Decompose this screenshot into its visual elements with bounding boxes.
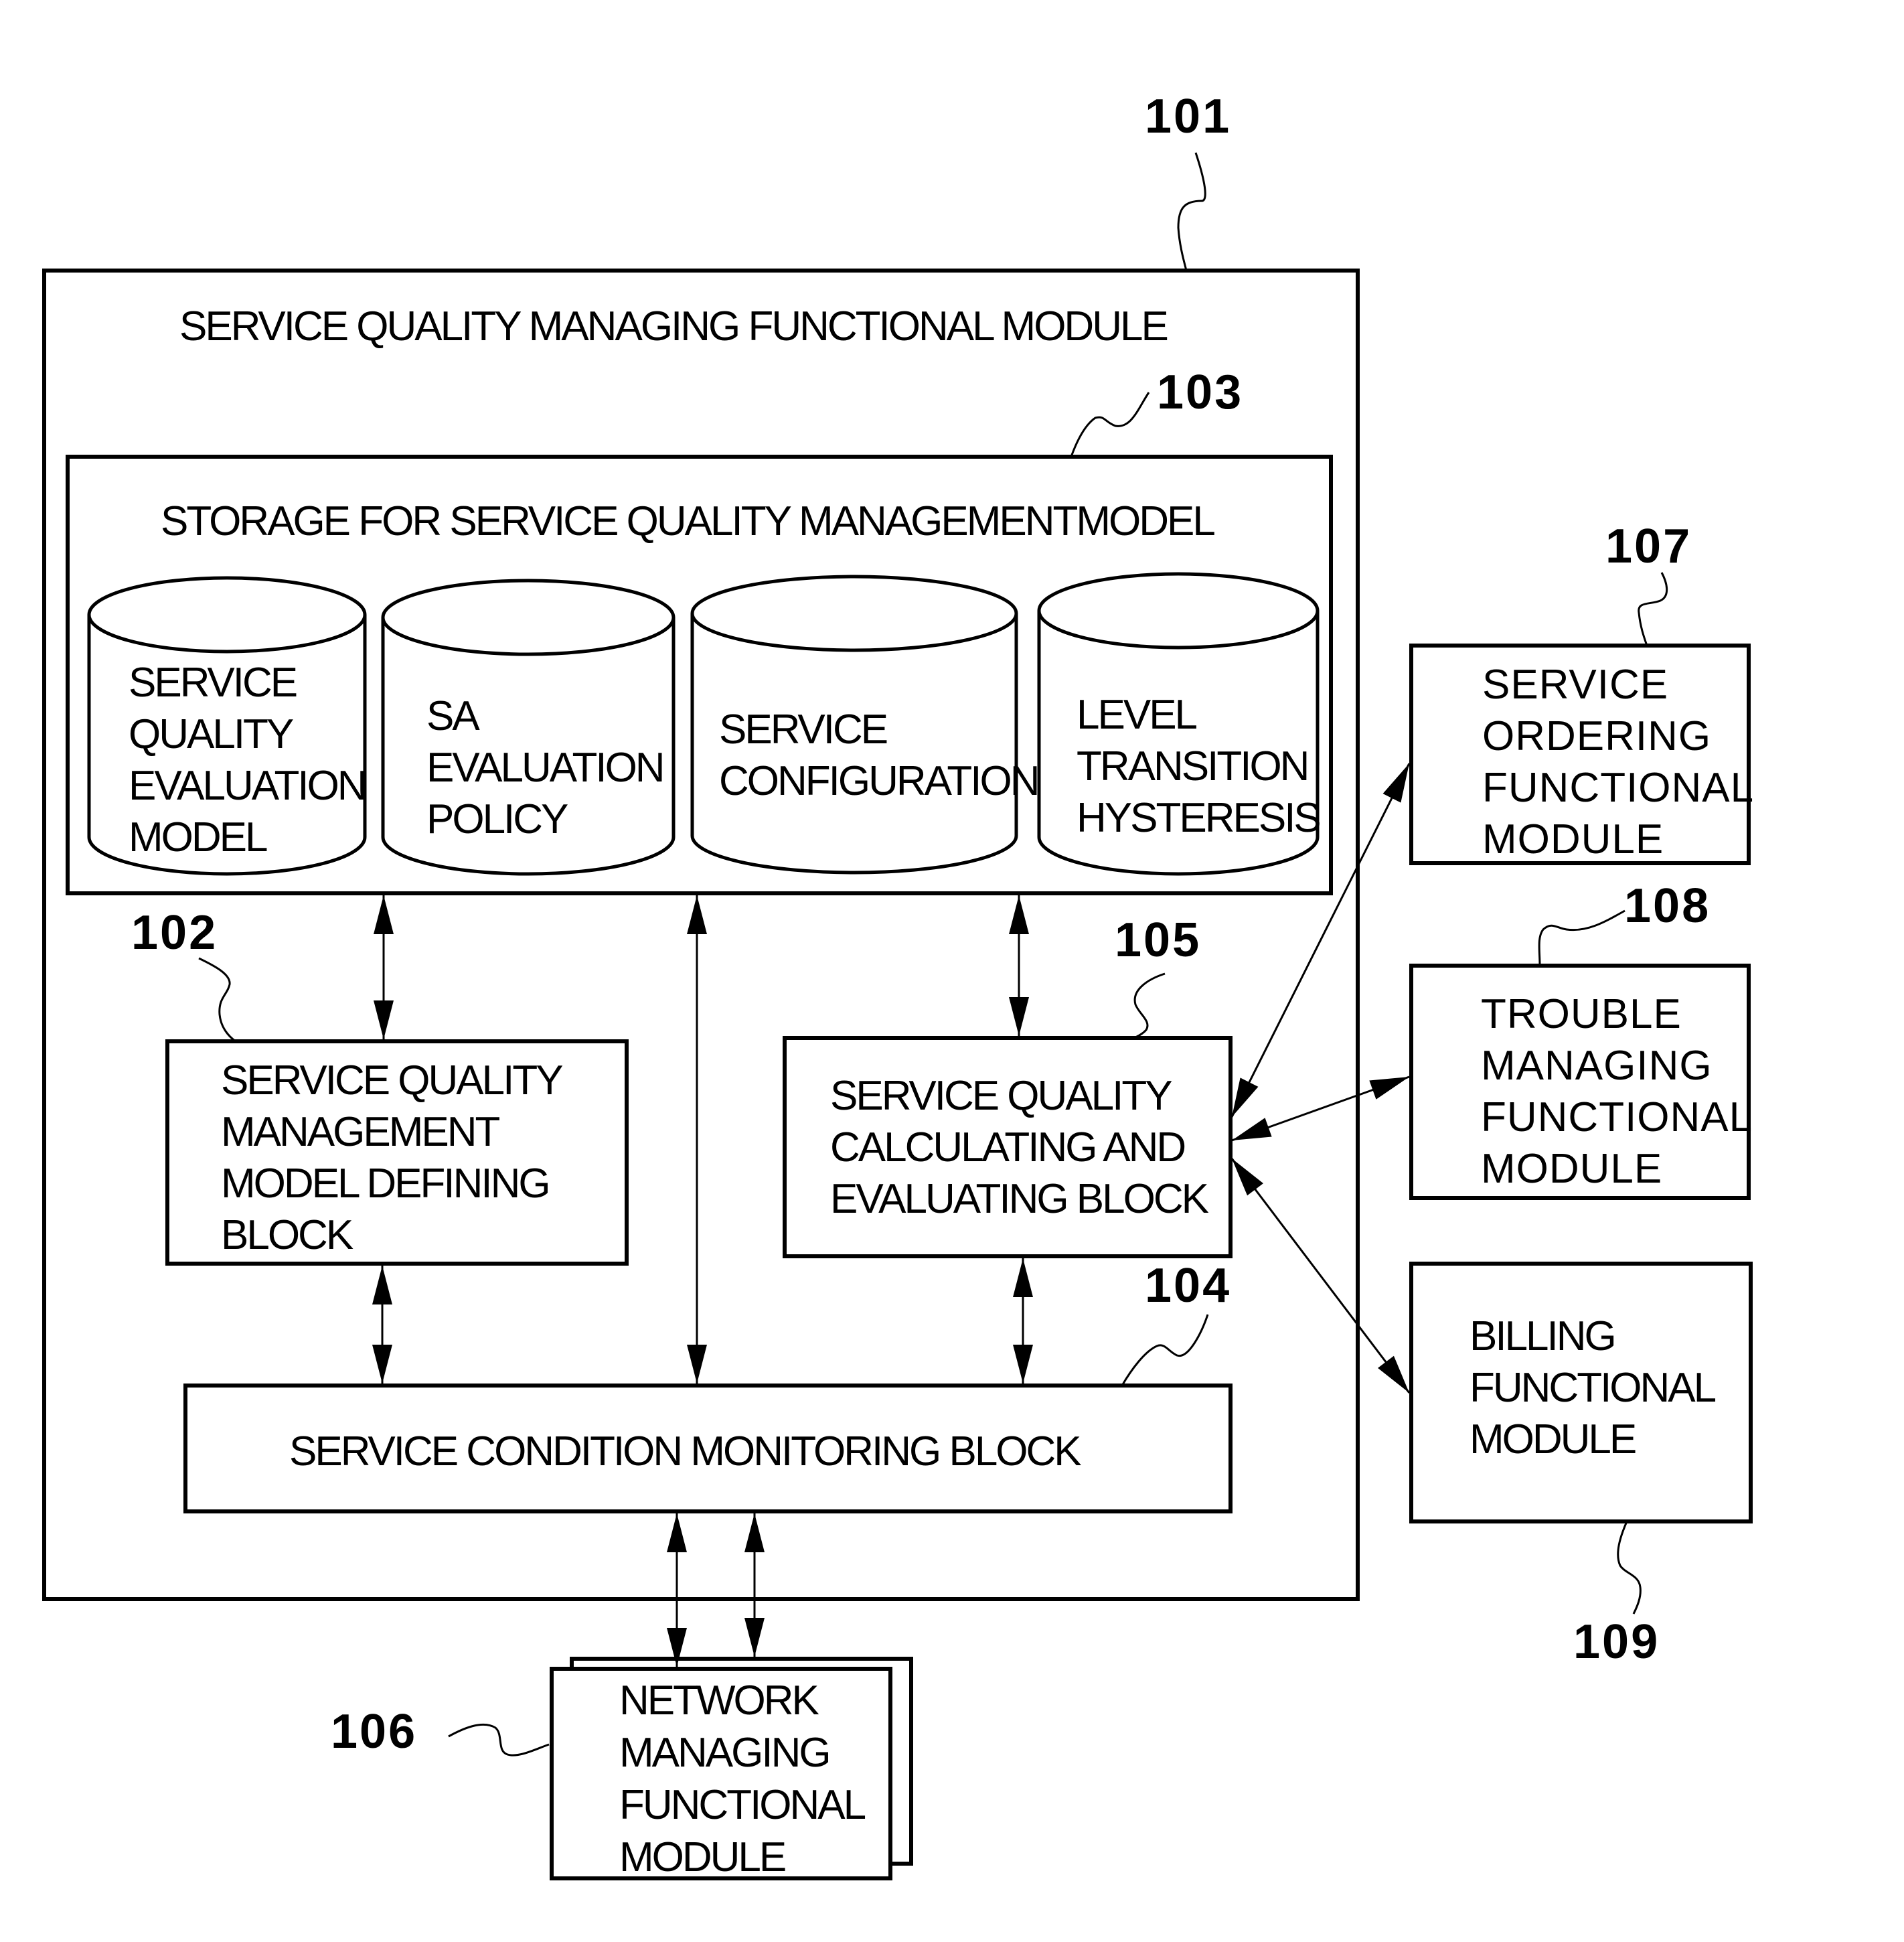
ref-label-104: 104 [1145, 1259, 1231, 1313]
leader-line-101 [1177, 152, 1206, 271]
database-service-configuration: SERVICE CONFIGURATION [690, 575, 1040, 875]
arrow-calculating-to-trouble-module-head-end [1369, 1077, 1409, 1100]
ref-label-103: 103 [1157, 366, 1243, 419]
leader-line-106 [448, 1724, 550, 1757]
ref-label-108: 108 [1624, 879, 1711, 933]
ref-label-101: 101 [1145, 90, 1231, 143]
arrow-calculating-to-billing-module-head-end [1378, 1355, 1409, 1393]
leader-line-109 [1617, 1521, 1642, 1615]
monitoring-block-label: SERVICE CONDITION MONITORING BLOCK [289, 1428, 1081, 1475]
ref-label-109: 109 [1573, 1615, 1660, 1669]
cylinder-top [87, 576, 367, 654]
block-diagram: SERVICE QUALITY MANAGING FUNCTIONAL MODU… [42, 90, 1753, 1880]
arrow-calculating-to-ordering-module-head-end [1382, 763, 1409, 803]
ref-label-106: 106 [331, 1705, 417, 1759]
storage-title: STORAGE FOR SERVICE QUALITY MANAGEMENTMO… [161, 498, 1214, 544]
cylinder-top [381, 579, 676, 656]
database-service-quality-evaluation-model: SERVICE QUALITY EVALUATION MODEL [87, 576, 368, 876]
database-level-transition-hysteresis: LEVEL TRANSITION HYSTERESIS [1037, 572, 1322, 876]
calculating-evaluating-block-label: SERVICE QUALITY CALCULATING AND EVALUATI… [830, 1073, 1209, 1222]
ref-label-105: 105 [1115, 913, 1201, 967]
leader-line-107 [1638, 572, 1668, 646]
ref-label-102: 102 [131, 906, 218, 960]
cylinder-top [690, 575, 1018, 652]
database-sa-evaluation-policy: SA EVALUATION POLICY [381, 579, 676, 876]
leader-line-108 [1538, 909, 1625, 966]
ref-label-107: 107 [1605, 520, 1692, 573]
arrow-monitoring-to-network-module-2-head-end [744, 1618, 765, 1657]
cylinder-top [1037, 572, 1320, 650]
service-quality-managing-module-title: SERVICE QUALITY MANAGING FUNCTIONAL MODU… [179, 303, 1167, 350]
